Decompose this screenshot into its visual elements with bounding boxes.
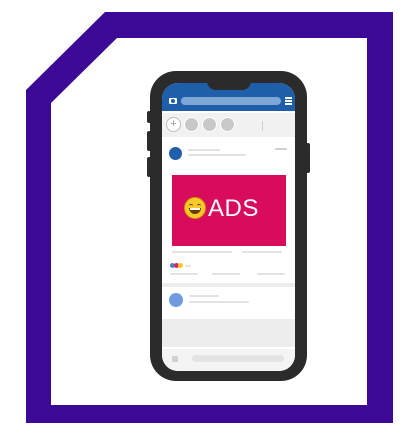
post-meta-placeholder [188,154,246,156]
post-divider [162,319,295,347]
volume-down-button [147,157,151,177]
phone-notch [207,76,251,90]
post-meta-placeholder [189,301,249,303]
menu-icon[interactable] [285,97,292,105]
stories-row: + [162,113,295,137]
comment-action[interactable] [212,273,240,275]
comment-input[interactable] [192,355,284,362]
like-action[interactable] [170,273,198,275]
ad-banner-text: ADS [208,195,259,222]
caption-placeholder [172,251,232,253]
post-author-placeholder [188,149,220,151]
avatar[interactable] [169,147,182,160]
share-action[interactable] [257,273,285,275]
plus-icon[interactable]: + [166,117,181,132]
story-avatar[interactable] [202,117,217,132]
power-button [306,143,310,173]
mute-switch [147,111,151,123]
phone-screen: + ADS [162,83,295,371]
story-avatar[interactable] [184,117,199,132]
stories-divider [262,121,263,131]
volume-up-button [147,131,151,151]
post-divider [162,283,295,287]
caption-placeholder [242,251,282,253]
camera-icon[interactable] [172,356,178,362]
comment-bar [162,349,295,371]
haha-icon [178,263,183,268]
more-options-icon[interactable] [275,148,287,150]
ad-banner[interactable]: ADS [172,175,286,246]
reaction-count-placeholder [185,265,191,267]
camera-icon[interactable] [169,98,177,104]
reaction-icons[interactable] [170,263,210,269]
avatar[interactable] [169,293,183,307]
post-author-placeholder [189,295,219,297]
search-input[interactable] [181,97,281,105]
grinning-face-icon [184,197,206,219]
story-avatar[interactable] [220,117,235,132]
